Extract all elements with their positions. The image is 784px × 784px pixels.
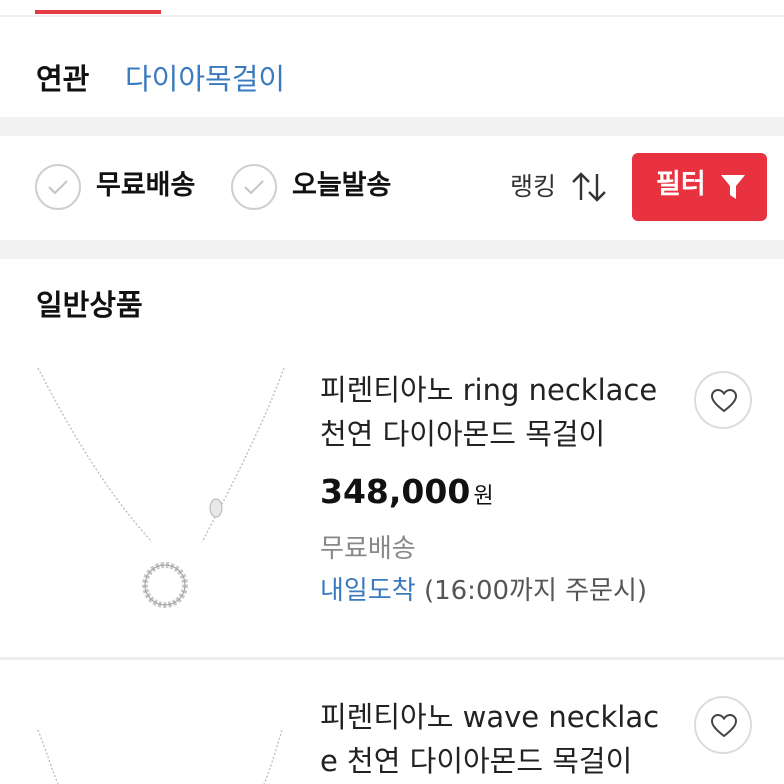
related-keywords-bar: 연관 다이아목걸이 <box>0 17 784 117</box>
shipping-info: 무료배송 <box>320 534 416 564</box>
product-card[interactable]: 피렌티아노 wave necklac e 천연 다이아몬드 목걸이 <box>0 690 784 784</box>
arrival-label: 내일도착 <box>320 576 416 606</box>
product-title[interactable]: 피렌티아노 ring necklace 천연 다이아몬드 목걸이 <box>320 368 670 456</box>
arrival-note: (16:00까지 주문시) <box>423 576 648 606</box>
product-title-line: 피렌티아노 ring necklace <box>320 373 658 407</box>
price-unit: 원 <box>473 484 494 509</box>
product-image[interactable] <box>20 690 296 784</box>
section-title: 일반상품 <box>36 288 143 322</box>
product-price: 348,000 원 <box>320 472 494 512</box>
heart-icon <box>710 713 738 738</box>
product-card[interactable]: 피렌티아노 ring necklace 천연 다이아몬드 목걸이 348,000… <box>0 360 784 650</box>
wishlist-button[interactable] <box>694 371 752 429</box>
check-icon <box>48 180 68 195</box>
heart-icon <box>710 388 738 413</box>
related-label: 연관 <box>36 62 90 96</box>
filter-button-label: 필터 <box>656 169 706 200</box>
filter-button[interactable]: 필터 <box>632 153 767 221</box>
product-image[interactable] <box>20 360 296 636</box>
section-separator <box>0 240 784 259</box>
section-separator <box>0 117 784 136</box>
related-keyword-link[interactable]: 다이아목걸이 <box>125 65 285 94</box>
check-icon <box>244 180 264 195</box>
active-tab-indicator <box>35 10 161 14</box>
funnel-icon <box>721 175 745 199</box>
product-title[interactable]: 피렌티아노 wave necklac e 천연 다이아몬드 목걸이 <box>320 695 670 783</box>
price-value: 348,000 <box>320 472 471 511</box>
free-shipping-checkbox[interactable] <box>35 164 81 210</box>
sort-ranking-label[interactable]: 랭킹 <box>510 172 556 202</box>
today-shipping-checkbox[interactable] <box>231 164 277 210</box>
product-title-line: 피렌티아노 wave necklac <box>320 700 660 734</box>
today-shipping-label[interactable]: 오늘발송 <box>292 170 391 202</box>
wishlist-button[interactable] <box>694 696 752 754</box>
arrival-info: 내일도착 (16:00까지 주문시) <box>320 576 647 607</box>
divider <box>0 657 784 660</box>
product-title-line: 천연 다이아몬드 목걸이 <box>320 417 606 451</box>
free-shipping-label[interactable]: 무료배송 <box>96 170 195 202</box>
sort-icon[interactable] <box>570 170 608 204</box>
product-title-line: e 천연 다이아몬드 목걸이 <box>320 744 633 778</box>
